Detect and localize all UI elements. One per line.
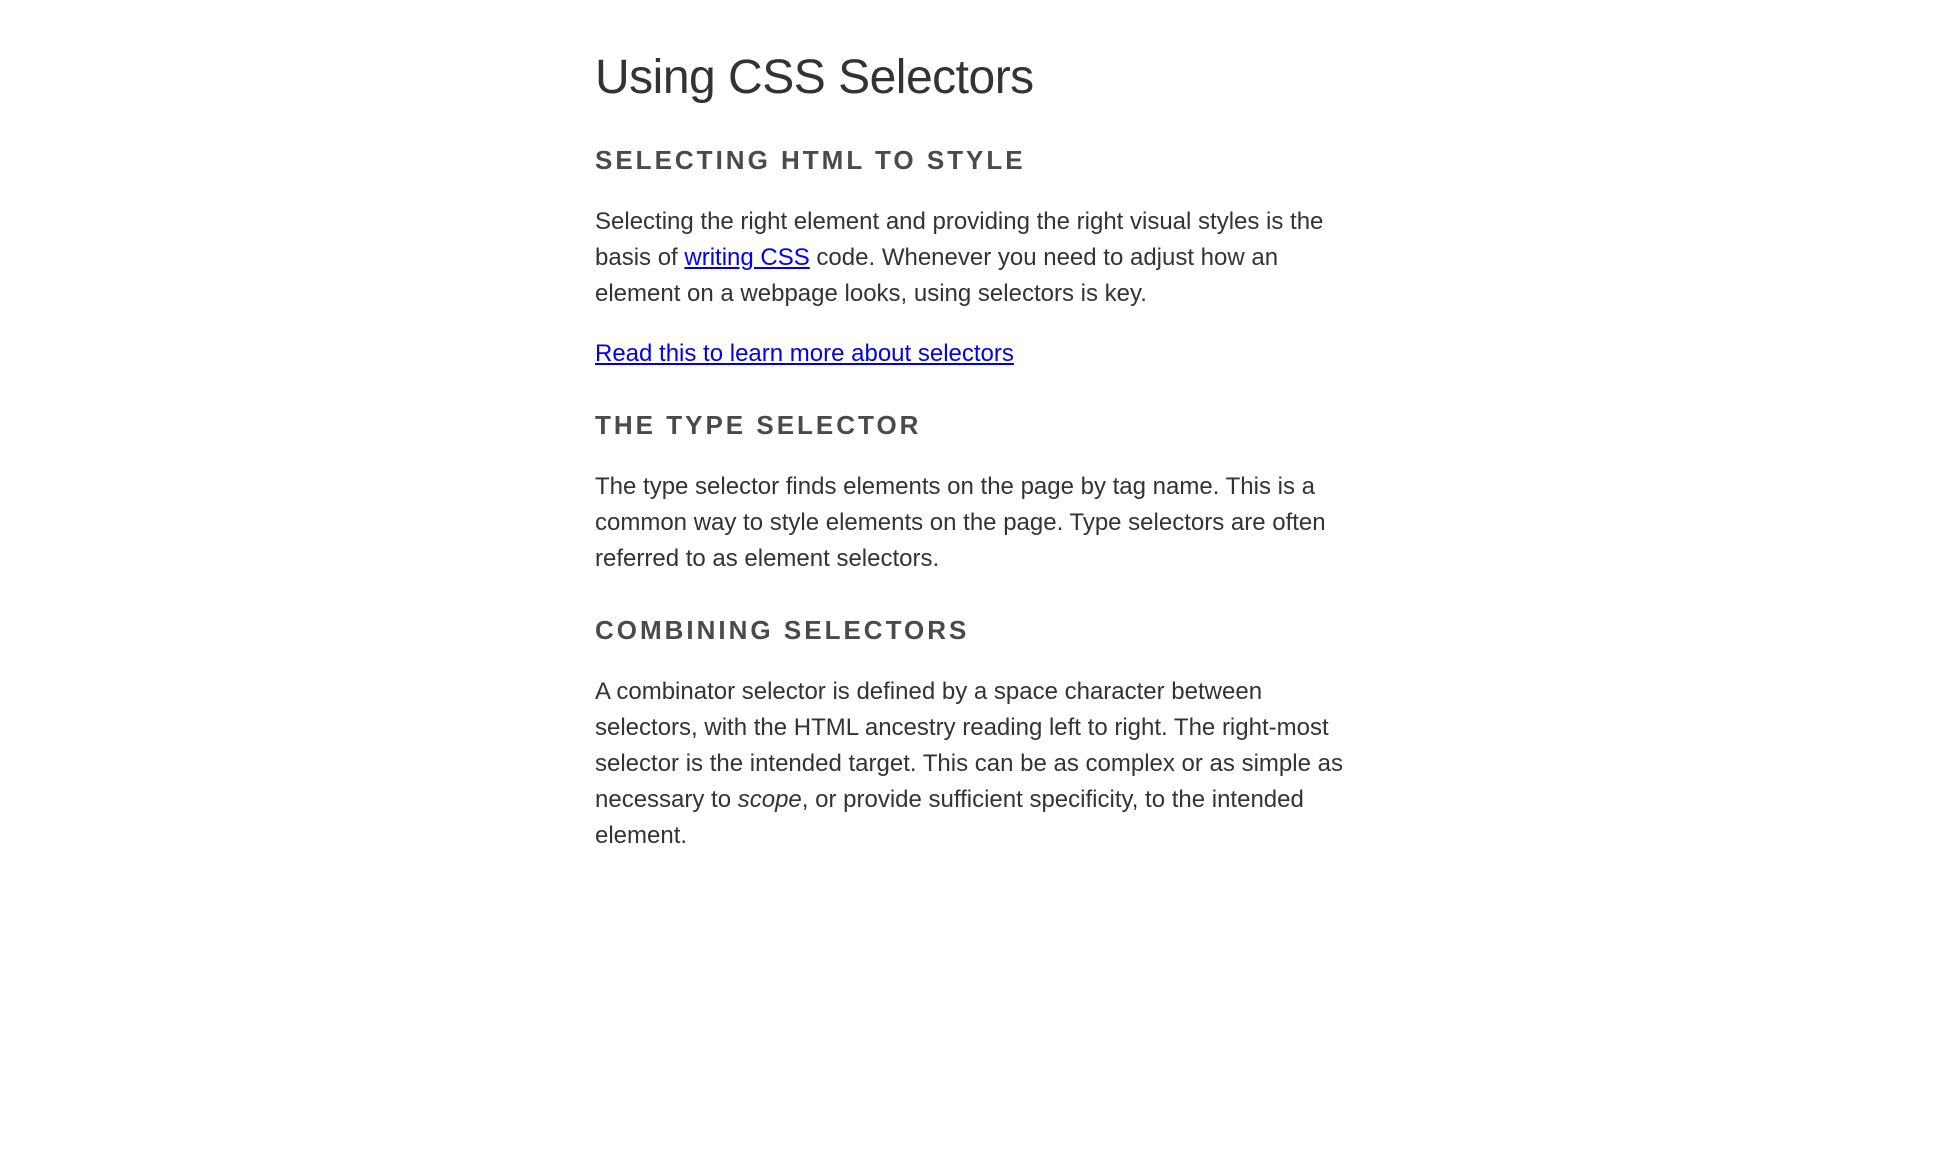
section-heading-type-selector: THE TYPE SELECTOR: [595, 410, 1345, 441]
section-heading-selecting: SELECTING HTML TO STYLE: [595, 145, 1345, 176]
scope-emphasis: scope: [738, 786, 802, 813]
writing-css-link[interactable]: writing CSS: [684, 244, 809, 271]
section-heading-combining: COMBINING SELECTORS: [595, 615, 1345, 646]
section-paragraph-type-selector: The type selector finds elements on the …: [595, 469, 1345, 577]
learn-more-selectors-link[interactable]: Read this to learn more about selectors: [595, 340, 1014, 367]
page-title: Using CSS Selectors: [595, 50, 1345, 105]
document-container: Using CSS Selectors SELECTING HTML TO ST…: [575, 50, 1365, 854]
section-paragraph-combining: A combinator selector is defined by a sp…: [595, 674, 1345, 854]
section-paragraph-selecting: Selecting the right element and providin…: [595, 204, 1345, 312]
standalone-link-paragraph: Read this to learn more about selectors: [595, 336, 1345, 372]
